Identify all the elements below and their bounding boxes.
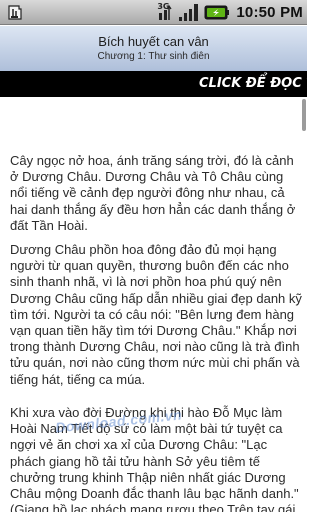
story-paragraph: Cây ngọc nở hoa, ánh trăng sáng trời, đó… [10,153,296,233]
ad-banner[interactable]: CLICK ĐỂ ĐỌC TH [0,71,307,97]
chapter-title: Chương 1: Thư sinh điên [97,51,210,62]
signal-strength-icon [179,4,199,21]
reading-area[interactable]: Cây ngọc nở hoa, ánh trăng sáng trời, đó… [0,97,307,512]
battery-charging-icon [204,5,230,20]
clock-time: 10:50 PM [236,4,303,21]
3g-network-icon: 3G [157,3,174,22]
status-bar: 3G 10:50 PM [0,0,307,25]
reader-title-bar: Bích huyết can vân Chương 1: Thư sinh đi… [0,26,307,71]
story-paragraph: Dương Châu phồn hoa đông đảo đủ mọi hạng… [10,242,302,387]
status-icons: 3G 10:50 PM [157,2,303,23]
ad-banner-text[interactable]: CLICK ĐỂ ĐỌC TH [199,76,307,91]
scrollbar-thumb[interactable] [302,99,306,131]
book-title: Bích huyết can vân [98,34,209,49]
usb-debugging-icon [8,5,22,20]
